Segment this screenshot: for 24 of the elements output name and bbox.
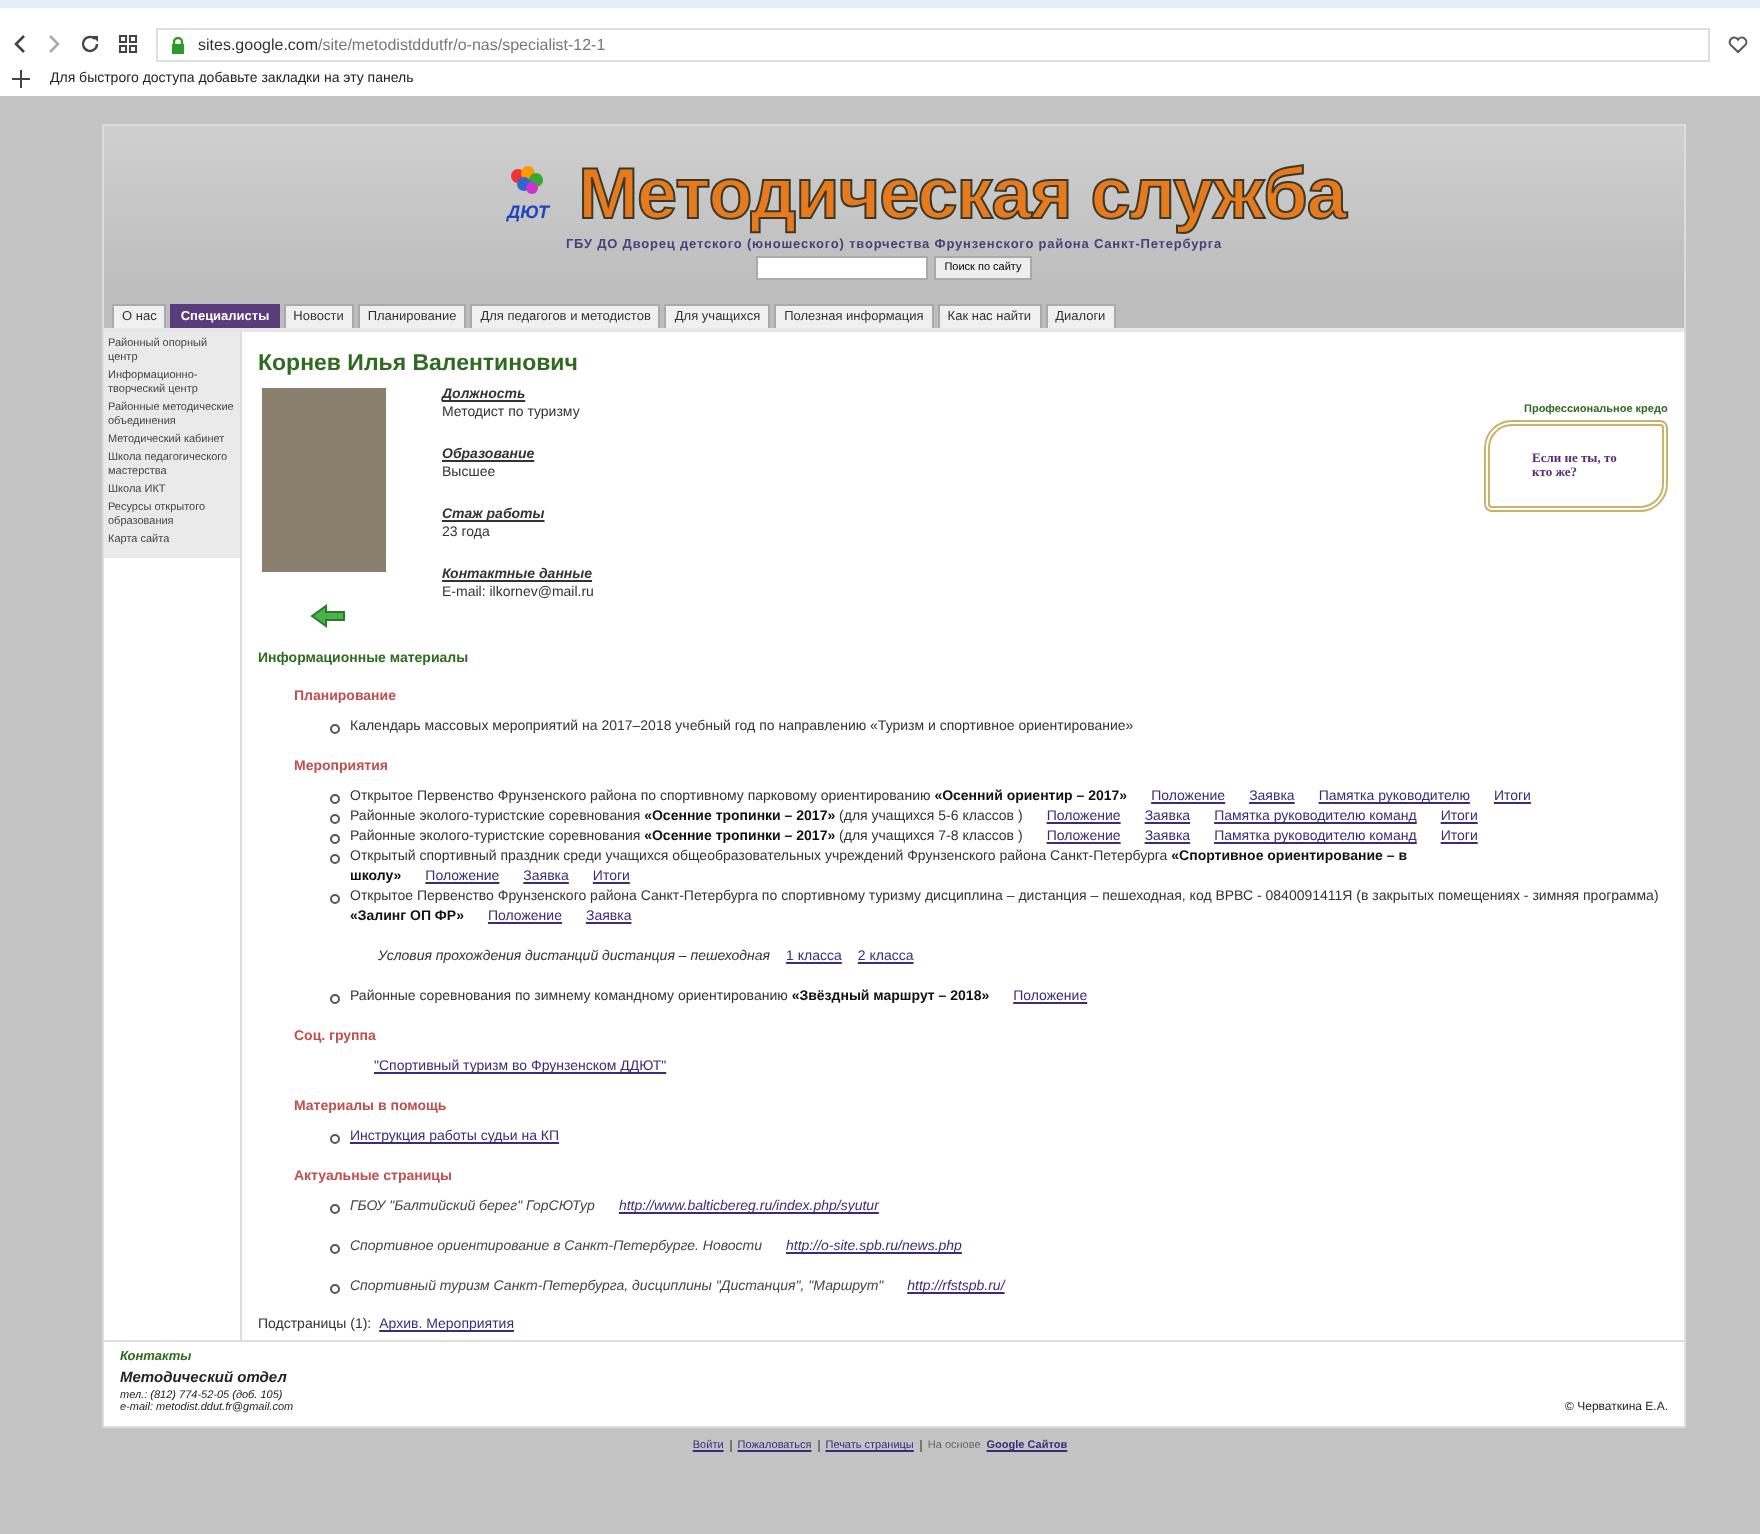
person-name: Корнев Илья Валентинович	[258, 352, 580, 376]
search-field[interactable]	[756, 256, 929, 280]
bullet-icon	[330, 834, 340, 844]
plus-icon[interactable]	[12, 70, 30, 88]
bullet-icon	[330, 814, 340, 824]
url-text: sites.google.com/site/metodistddutfr/o-nas/specialist-12-1	[198, 35, 606, 53]
bullet-icon	[330, 1204, 340, 1214]
address-bar[interactable]: sites.google.com/site/metodistddutfr/o-nas/specialist-12-1	[156, 27, 1710, 61]
logo-text: ДЮТ	[507, 202, 550, 222]
lock-icon	[170, 35, 186, 53]
bullet-icon	[330, 1284, 340, 1294]
heart-icon[interactable]	[1728, 35, 1748, 53]
grid-icon[interactable]	[118, 34, 138, 54]
bullet-icon	[330, 1244, 340, 1254]
back-icon[interactable]	[12, 34, 28, 54]
bullet-icon	[330, 854, 340, 864]
back-arrow-icon[interactable]	[310, 604, 346, 628]
bullet-icon	[330, 724, 340, 734]
bullet-icon	[330, 794, 340, 804]
bullet-icon	[330, 994, 340, 1004]
reload-icon[interactable]	[80, 34, 100, 54]
bullet-icon	[330, 894, 340, 904]
bullet-icon	[330, 1134, 340, 1144]
site-title: Методическая служба	[578, 154, 1346, 234]
